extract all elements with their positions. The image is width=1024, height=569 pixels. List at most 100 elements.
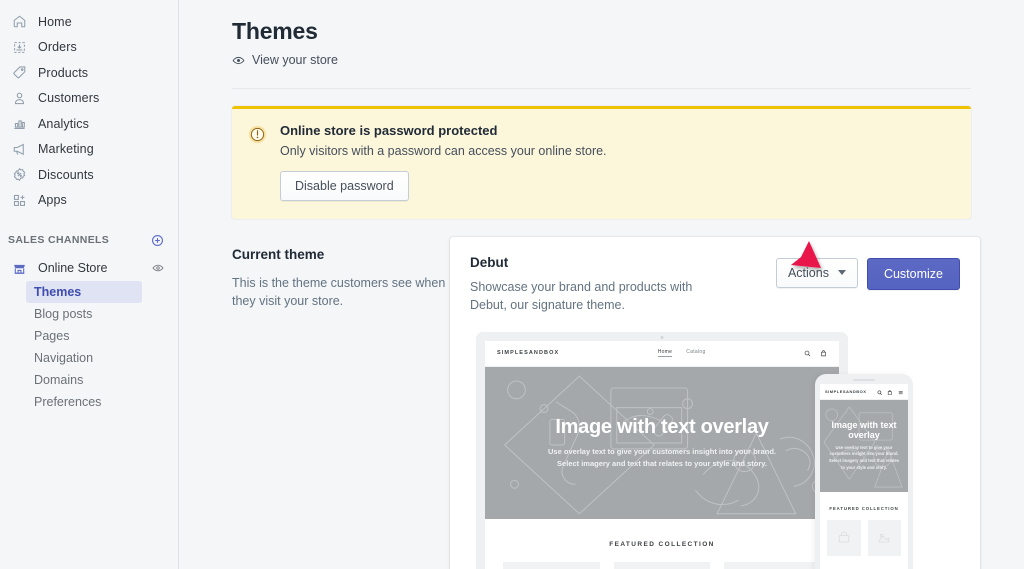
- sidebar-item-navigation[interactable]: Navigation: [26, 347, 142, 369]
- mobile-featured-collection-title: FEATURED COLLECTION: [829, 505, 899, 511]
- sidebar-item-analytics[interactable]: Analytics: [4, 111, 170, 137]
- current-theme-description: This is the theme customers see when the…: [232, 275, 446, 308]
- customize-button[interactable]: Customize: [866, 257, 960, 290]
- shopify-admin-themes-page: Home Orders Products Customers Analytics…: [0, 0, 1024, 569]
- current-theme-heading: Current theme: [232, 246, 325, 262]
- sidebar-item-themes[interactable]: Themes: [26, 281, 142, 303]
- apps-grid-plus-icon: [8, 190, 30, 210]
- home-icon: [8, 12, 30, 32]
- sidebar-item-pages[interactable]: Pages: [26, 325, 142, 347]
- sidebar-item-label: Apps: [38, 193, 67, 208]
- header-divider: [232, 87, 971, 89]
- sidebar-subitem-label: Blog posts: [34, 307, 93, 321]
- sidebar-section-sales-channels: SALES CHANNELS: [0, 229, 178, 251]
- eye-icon[interactable]: [152, 262, 164, 274]
- hero-paragraph: Use overlay text to give your customers …: [548, 446, 776, 469]
- sidebar-item-blog-posts[interactable]: Blog posts: [26, 303, 142, 325]
- marketing-megaphone-icon: [8, 139, 30, 159]
- product-placeholder-icon: [838, 531, 849, 543]
- shopping-bag-icon[interactable]: [820, 344, 827, 362]
- sidebar-subitem-label: Pages: [34, 329, 70, 343]
- hero-banner: Image with text overlay Use overlay text…: [485, 366, 839, 519]
- hero-placeholder-illustration: [503, 375, 827, 515]
- sidebar-item-label: Orders: [38, 40, 77, 55]
- product-placeholder-icon: [879, 533, 890, 543]
- sidebar-item-home[interactable]: Home: [4, 9, 170, 35]
- page-header: Themes View your store: [179, 0, 1024, 72]
- search-icon[interactable]: [804, 344, 811, 362]
- sidebar-subitem-label: Themes: [34, 285, 82, 299]
- sidebar-item-preferences[interactable]: Preferences: [26, 391, 142, 413]
- nav-link-home[interactable]: Home: [657, 349, 673, 358]
- product-tile[interactable]: [613, 561, 711, 569]
- hero-heading: Image with text overlay: [555, 416, 769, 439]
- mobile-nav-icons: [877, 384, 904, 401]
- theme-description: Showcase your brand and products with De…: [470, 279, 693, 312]
- sidebar-item-label: Marketing: [38, 142, 94, 157]
- hero-paragraph-line-2: Select imagery and text that relates to …: [557, 458, 767, 468]
- sidebar-subitem-label: Domains: [34, 373, 84, 387]
- sidebar-item-products[interactable]: Products: [4, 60, 170, 86]
- sidebar-item-orders[interactable]: Orders: [4, 35, 170, 61]
- nav-link-catalog[interactable]: Catalog: [686, 349, 705, 357]
- search-icon[interactable]: [877, 384, 883, 401]
- sidebar-item-apps[interactable]: Apps: [4, 188, 170, 214]
- mobile-screen: SIMPLESANDBOX Image with text overlay Us…: [820, 383, 908, 569]
- mobile-hero-paragraph: Use overlay text to give your customers …: [829, 445, 899, 472]
- store-brand: SIMPLESANDBOX: [497, 350, 560, 357]
- mobile-speaker: [853, 378, 875, 381]
- desktop-screen: SIMPLESANDBOX Home Catalog Image with te…: [485, 340, 839, 569]
- products-tag-icon: [8, 63, 30, 83]
- banner-body: Online store is password protected Only …: [274, 123, 607, 201]
- desktop-camera-dot: [660, 335, 664, 339]
- mobile-featured-collection-section: FEATURED COLLECTION: [820, 492, 908, 556]
- sidebar-item-discounts[interactable]: Discounts: [4, 162, 170, 188]
- mobile-featured-collection-tiles: [820, 511, 908, 556]
- theme-name: Debut: [470, 254, 509, 270]
- hamburger-menu-icon[interactable]: [898, 384, 904, 401]
- alert-exclamation-circle-icon: [248, 123, 274, 201]
- banner-description: Only visitors with a password can access…: [280, 143, 607, 158]
- plus-circle-icon[interactable]: [151, 234, 164, 247]
- storefront-nav-links: Home Catalog: [559, 349, 804, 358]
- sidebar-item-domains[interactable]: Domains: [26, 369, 142, 391]
- theme-card: Debut Showcase your brand and products w…: [450, 236, 980, 569]
- storefront-nav: SIMPLESANDBOX Home Catalog: [485, 340, 839, 367]
- mobile-preview[interactable]: SIMPLESANDBOX Image with text overlay Us…: [815, 373, 913, 569]
- sidebar-subitem-label: Navigation: [34, 351, 94, 365]
- actions-button-label: Actions: [787, 265, 829, 280]
- orders-icon: [8, 37, 30, 57]
- sidebar: Home Orders Products Customers Analytics…: [0, 0, 179, 569]
- hero-paragraph-line-1: Use overlay text to give your customers …: [548, 447, 776, 457]
- sidebar-item-label: Analytics: [38, 116, 89, 131]
- current-theme-info: Current theme This is the theme customer…: [232, 237, 450, 569]
- product-tile[interactable]: [503, 561, 600, 569]
- main-content: Themes View your store Online store is p…: [179, 0, 1024, 569]
- sidebar-item-marketing[interactable]: Marketing: [4, 137, 170, 163]
- actions-button[interactable]: Actions: [775, 257, 858, 288]
- shopping-bag-icon[interactable]: [887, 384, 893, 401]
- theme-card-actions: Actions Customize: [775, 255, 960, 290]
- view-your-store-label: View your store: [252, 53, 338, 67]
- sidebar-item-online-store[interactable]: Online Store: [4, 255, 170, 281]
- disable-password-button[interactable]: Disable password: [280, 170, 409, 201]
- view-your-store-link[interactable]: View your store: [232, 53, 338, 67]
- chevron-down-icon: [837, 270, 846, 275]
- mobile-hero-paragraph-line-3: Select imagery and text that relates: [828, 458, 900, 464]
- storefront-nav-icons: [804, 344, 827, 362]
- product-tile[interactable]: [827, 519, 861, 556]
- mobile-storefront-nav: SIMPLESANDBOX: [820, 384, 908, 400]
- banner-title: Online store is password protected: [280, 122, 498, 138]
- mobile-hero-banner: Image with text overlay Use overlay text…: [820, 399, 908, 492]
- sidebar-item-label: Online Store: [38, 261, 108, 275]
- analytics-bar-chart-icon: [8, 114, 30, 134]
- theme-preview: SIMPLESANDBOX Home Catalog Image with te…: [470, 331, 960, 569]
- product-tile[interactable]: [724, 561, 822, 569]
- product-tile[interactable]: [867, 519, 901, 556]
- mobile-hero-paragraph-line-2: customers insight into your brand.: [829, 451, 899, 457]
- desktop-preview[interactable]: SIMPLESANDBOX Home Catalog Image with te…: [476, 331, 848, 569]
- sidebar-item-label: Discounts: [38, 167, 94, 182]
- mobile-hero-paragraph-line-4: to your style and story.: [841, 464, 887, 470]
- sidebar-item-customers[interactable]: Customers: [4, 86, 170, 112]
